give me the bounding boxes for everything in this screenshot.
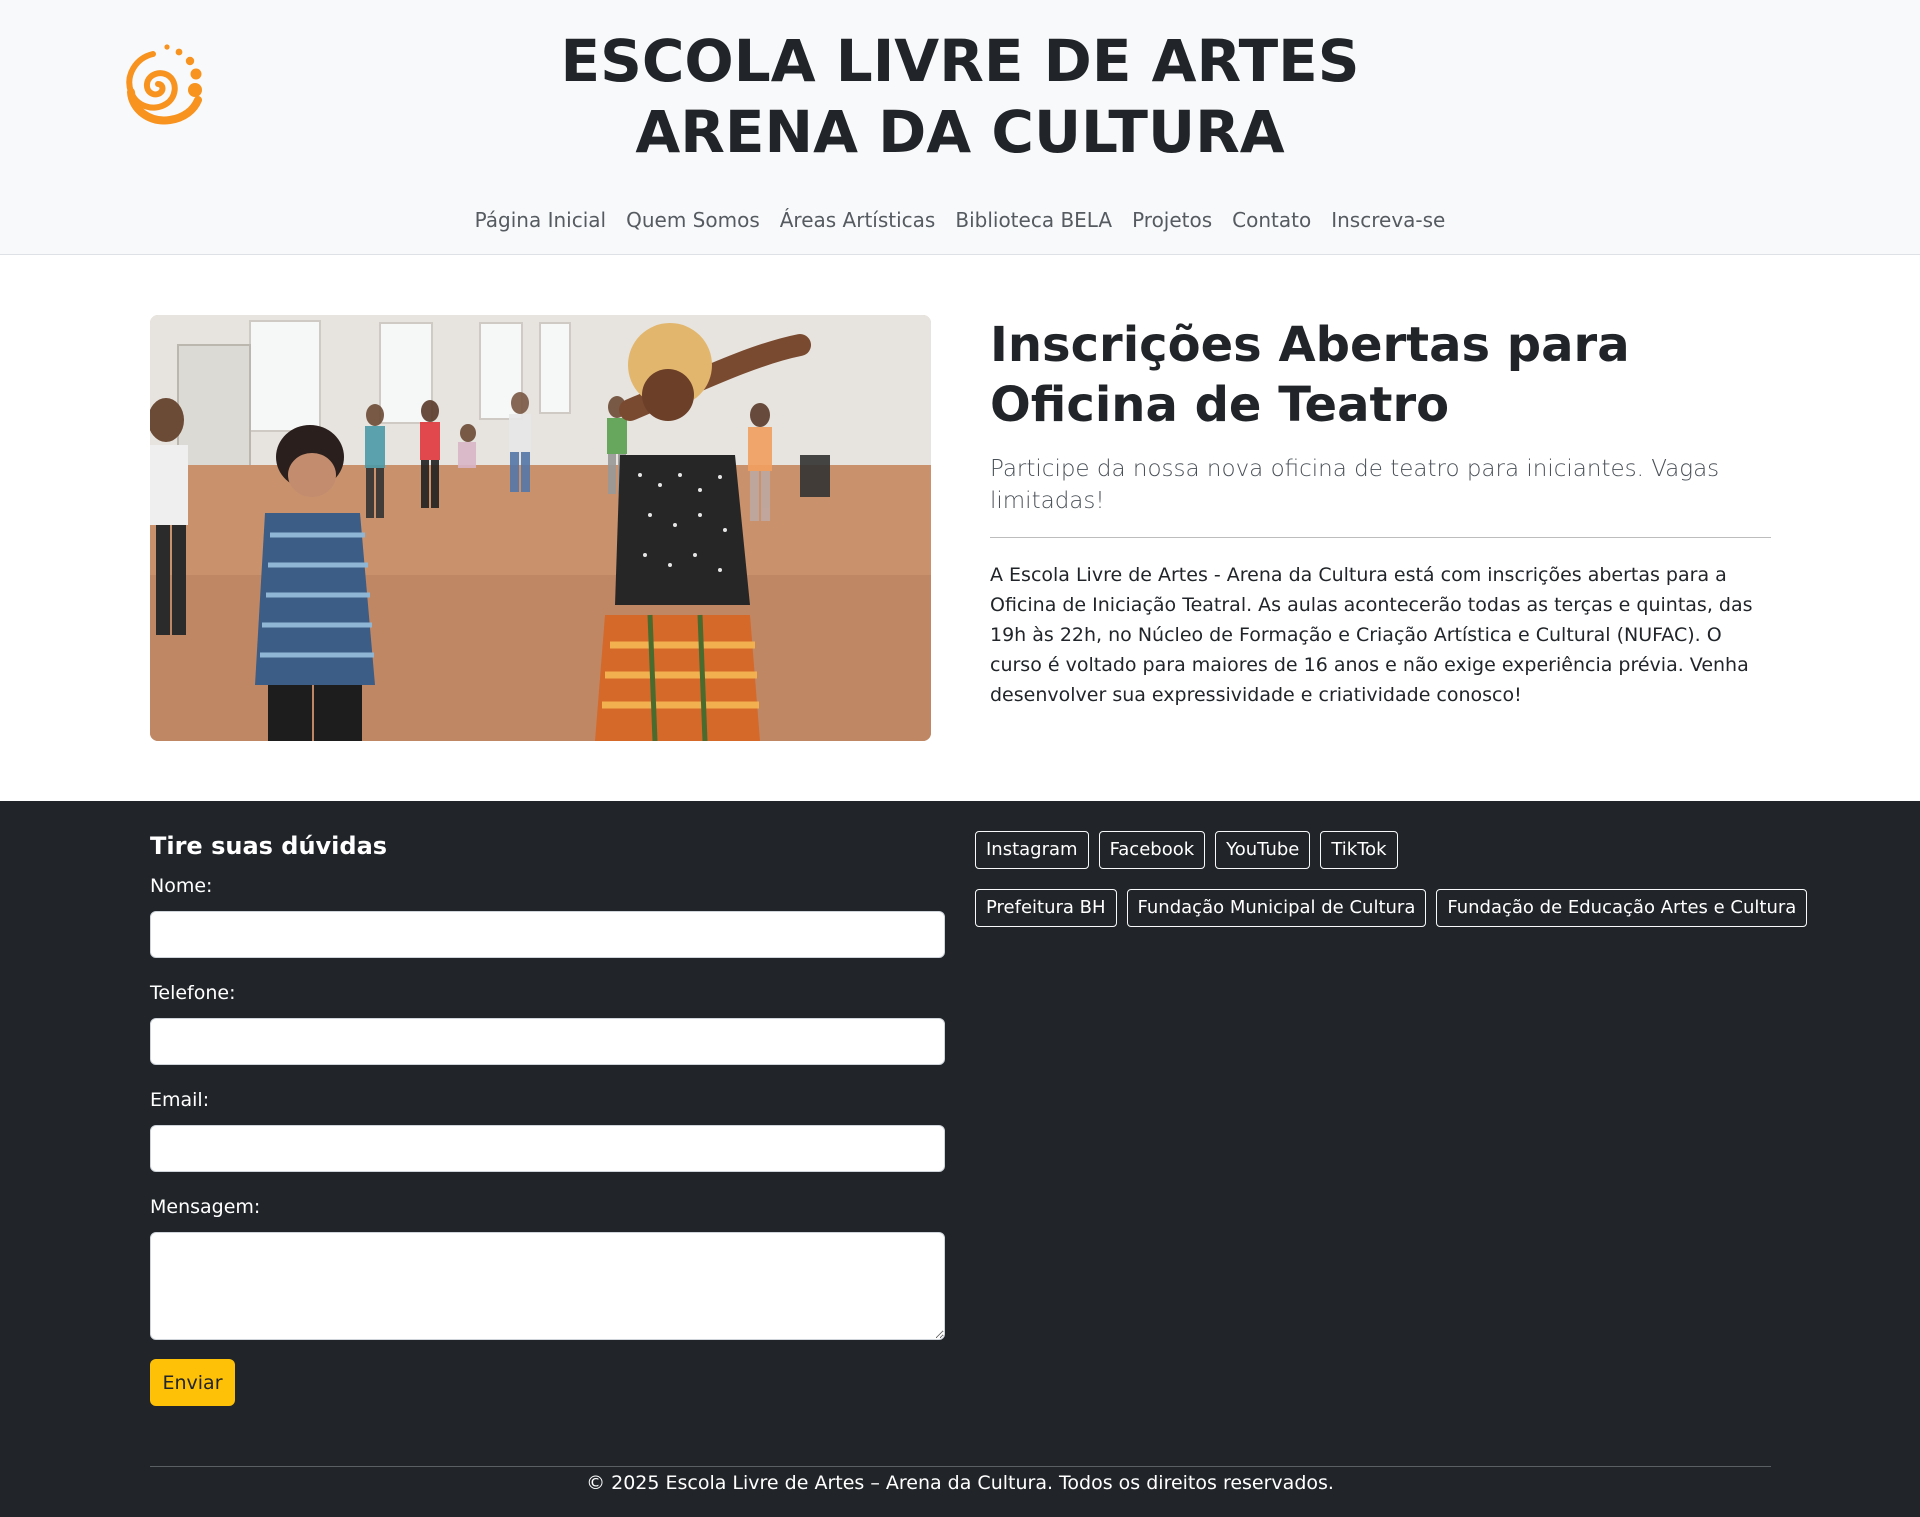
contact-form-title: Tire suas dúvidas (150, 832, 388, 860)
nav-link-pagina-inicial[interactable]: Página Inicial (465, 204, 616, 236)
message-field[interactable] (150, 1232, 945, 1340)
main-nav: Página Inicial Quem Somos Áreas Artístic… (0, 204, 1920, 236)
nav-link-areas-artisticas[interactable]: Áreas Artísticas (770, 204, 946, 236)
nav-link-contato[interactable]: Contato (1222, 204, 1321, 236)
site-footer: Tire suas dúvidas Nome: Telefone: Email:… (0, 801, 1920, 1517)
site-title: ESCOLA LIVRE DE ARTES ARENA DA CULTURA (0, 26, 1920, 168)
email-field[interactable] (150, 1125, 945, 1172)
hero-title: Inscrições Abertas para Oficina de Teatr… (990, 317, 1630, 433)
footer-divider (150, 1466, 1771, 1467)
nav-link-inscreva-se[interactable]: Inscreva-se (1321, 204, 1455, 236)
fundacao-municipal-link[interactable]: Fundação Municipal de Cultura (1126, 889, 1427, 927)
youtube-link[interactable]: YouTube (1215, 831, 1311, 869)
hero-lead: Participe da nossa nova oficina de teatr… (990, 456, 1720, 514)
partner-links: Prefeitura BH Fundação Municipal de Cult… (975, 889, 1808, 927)
theater-workshop-photo (150, 315, 931, 741)
name-label: Nome: (150, 875, 213, 897)
hero-divider (990, 537, 1771, 538)
submit-button[interactable]: Enviar (150, 1359, 235, 1406)
phone-label: Telefone: (150, 982, 236, 1004)
hero-body: A Escola Livre de Artes - Arena da Cultu… (990, 564, 1753, 706)
tiktok-link[interactable]: TikTok (1320, 831, 1398, 869)
instagram-link[interactable]: Instagram (975, 831, 1089, 869)
site-header: ESCOLA LIVRE DE ARTES ARENA DA CULTURA P… (0, 0, 1920, 255)
social-links: Instagram Facebook YouTube TikTok (975, 831, 1398, 869)
copyright-text: © 2025 Escola Livre de Artes – Arena da … (586, 1472, 1334, 1494)
phone-field[interactable] (150, 1018, 945, 1065)
nav-link-projetos[interactable]: Projetos (1122, 204, 1222, 236)
site-title-line2: ARENA DA CULTURA (635, 98, 1285, 166)
prefeitura-bh-link[interactable]: Prefeitura BH (975, 889, 1117, 927)
name-field[interactable] (150, 911, 945, 958)
fundacao-educacao-link[interactable]: Fundação de Educação Artes e Cultura (1436, 889, 1808, 927)
email-label: Email: (150, 1089, 210, 1111)
nav-link-quem-somos[interactable]: Quem Somos (616, 204, 770, 236)
hero-section: Inscrições Abertas para Oficina de Teatr… (990, 315, 1771, 710)
site-title-line1: ESCOLA LIVRE DE ARTES (560, 27, 1360, 95)
message-label: Mensagem: (150, 1196, 261, 1218)
facebook-link[interactable]: Facebook (1098, 831, 1206, 869)
nav-link-biblioteca-bela[interactable]: Biblioteca BELA (945, 204, 1122, 236)
